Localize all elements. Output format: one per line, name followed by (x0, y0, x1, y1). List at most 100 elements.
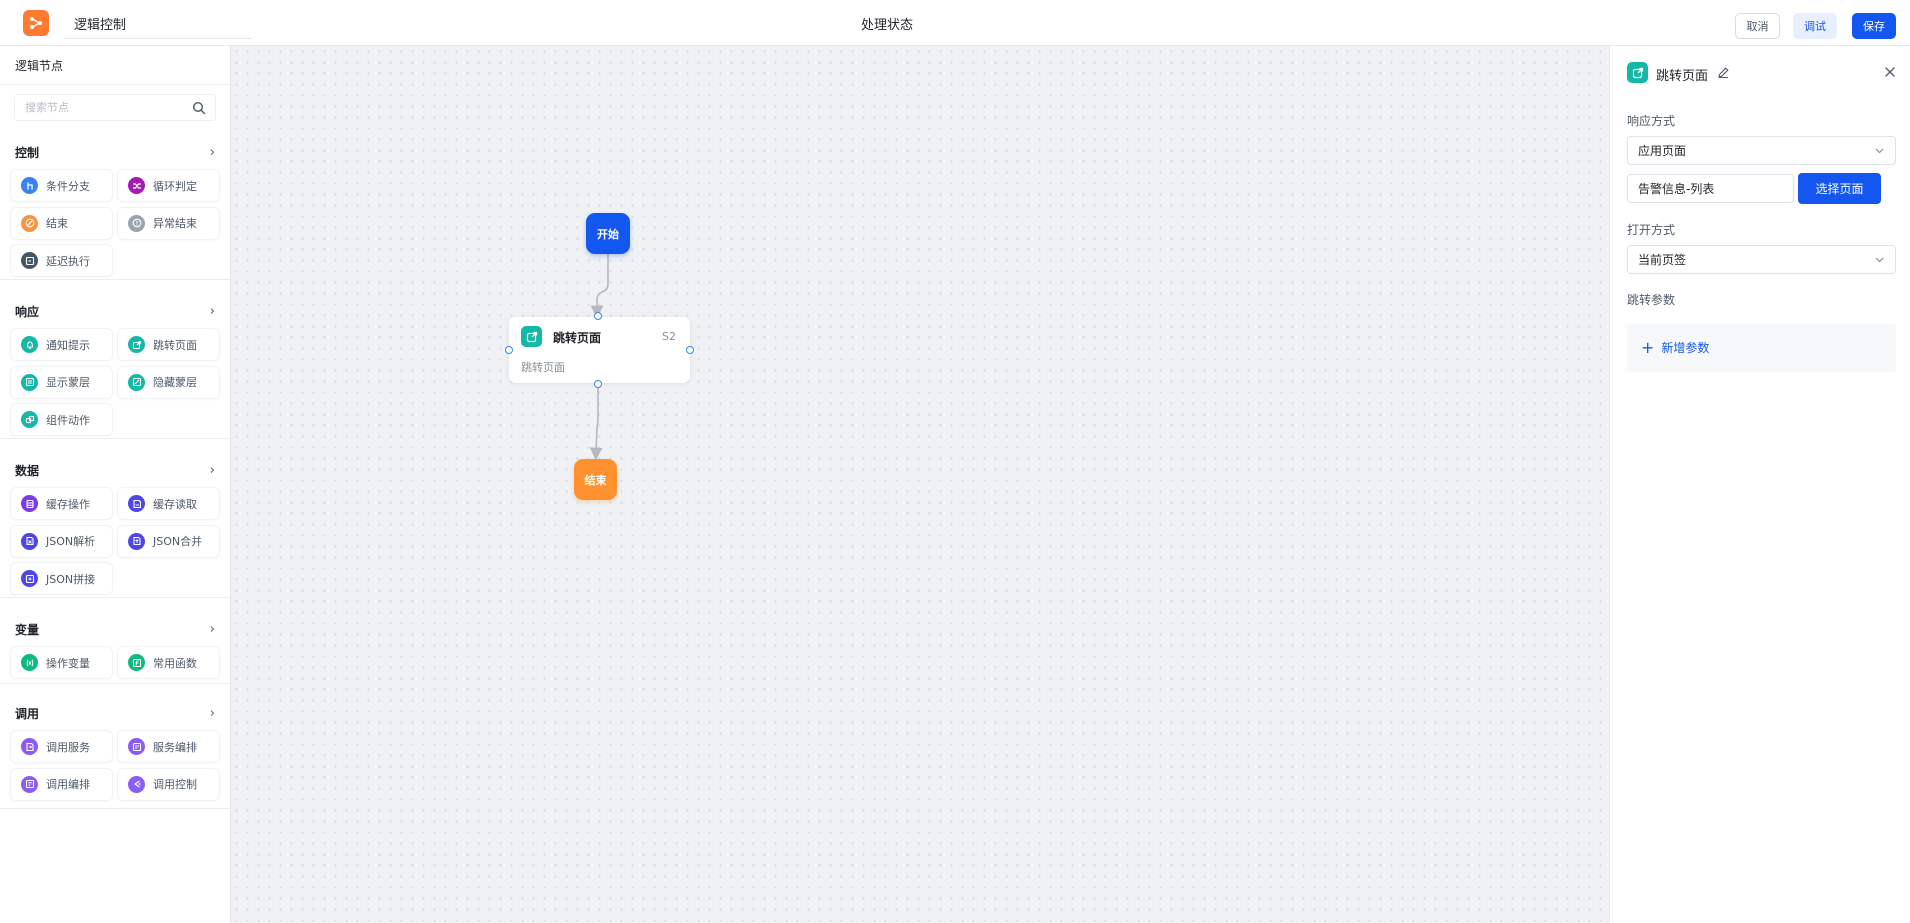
group-header[interactable]: 变量 › (15, 620, 215, 638)
node-item[interactable]: 通知提示 (11, 329, 112, 360)
node-item-label: 循环判定 (153, 179, 197, 193)
node-item[interactable]: 条件分支 (11, 170, 112, 201)
node-item-label: 调用编排 (46, 778, 90, 791)
end-node[interactable]: 结束 (574, 459, 617, 500)
node-item[interactable]: 结束 (11, 207, 112, 239)
divider (0, 84, 230, 85)
node-item-label: 缓存操作 (46, 497, 90, 511)
call-control-icon (128, 775, 145, 793)
group-title: 数据 (15, 463, 40, 478)
external-link-icon (521, 326, 542, 347)
node-item[interactable]: 异常结束 (118, 207, 219, 239)
variable-icon (21, 654, 38, 671)
node-item[interactable]: 显示蒙层 (11, 366, 112, 398)
node-item-label: JSON拼接 (46, 572, 96, 586)
node-item[interactable]: 隐藏蒙层 (118, 366, 219, 398)
node-item-label: 隐藏蒙层 (153, 376, 197, 389)
save-icon (128, 495, 145, 512)
json-concat-icon (21, 570, 38, 587)
port-right[interactable] (686, 346, 694, 354)
external-link-icon (1627, 62, 1648, 83)
node-item[interactable]: 缓存操作 (11, 488, 112, 519)
shuffle-icon (128, 177, 145, 194)
node-item[interactable]: 延迟执行 (11, 245, 112, 276)
edge-start-to-jump (590, 254, 609, 319)
chevron-down-icon (1875, 257, 1884, 263)
add-param-button[interactable]: + 新增参数 (1641, 339, 1709, 356)
node-item-label: 跳转页面 (153, 338, 197, 352)
branch-icon (21, 177, 38, 194)
open-mode-value: 当前页签 (1638, 253, 1687, 267)
chevron-right-icon: › (209, 144, 215, 160)
timer-icon (21, 252, 38, 269)
group-header[interactable]: 调用 › (15, 704, 215, 722)
layer-show-icon (21, 373, 38, 391)
response-mode-value: 应用页面 (1638, 144, 1687, 158)
divider (0, 808, 230, 809)
node-item[interactable]: 操作变量 (11, 647, 112, 678)
response-mode-select[interactable]: 应用页面 (1627, 136, 1896, 165)
layer-hide-icon (128, 373, 145, 391)
search-input[interactable] (15, 95, 185, 120)
select-page-button[interactable]: 选择页面 (1798, 173, 1881, 204)
close-icon[interactable] (1883, 65, 1897, 79)
node-item[interactable]: 调用控制 (118, 768, 219, 800)
node-item[interactable]: 跳转页面 (118, 329, 219, 360)
edges-layer (589, 254, 609, 461)
cancel-button[interactable]: 取消 (1735, 13, 1780, 39)
params-label: 跳转参数 (1627, 293, 1676, 307)
database-icon (21, 495, 38, 512)
node-item[interactable]: 调用服务 (11, 731, 112, 762)
node-item-label: JSON解析 (46, 535, 96, 548)
save-button[interactable]: 保存 (1852, 13, 1896, 39)
port-bottom[interactable] (594, 380, 602, 388)
port-left[interactable] (505, 346, 513, 354)
node-item-label: 组件动作 (46, 413, 90, 427)
flow-canvas[interactable]: 开始 跳转页面 S2 跳转页面 结束 (231, 46, 1609, 923)
group-header[interactable]: 响应 › (15, 302, 215, 320)
open-mode-select[interactable]: 当前页签 (1627, 245, 1896, 274)
target-page-input[interactable] (1627, 174, 1794, 203)
node-item-label: 调用控制 (153, 778, 197, 791)
node-item[interactable]: JSON解析 (11, 525, 112, 557)
orchestrate-icon (128, 738, 145, 755)
node-item[interactable]: 组件动作 (11, 404, 112, 435)
group-header[interactable]: 数据 › (15, 461, 215, 479)
node-item-label: 延迟执行 (46, 254, 90, 268)
node-item[interactable]: 服务编排 (118, 731, 219, 762)
jump-page-node[interactable]: 跳转页面 S2 跳转页面 (509, 317, 690, 383)
node-item[interactable]: 调用编排 (11, 768, 112, 800)
add-param-label: 新增参数 (1661, 341, 1710, 355)
bell-icon (21, 336, 38, 353)
group-header[interactable]: 控制 › (15, 143, 215, 161)
divider (0, 279, 230, 280)
page-title: 处理状态 (860, 18, 913, 33)
node-item[interactable]: 缓存读取 (118, 488, 219, 519)
search-icon[interactable] (192, 101, 206, 115)
group-title: 响应 (15, 304, 40, 319)
chevron-right-icon: › (209, 303, 215, 319)
node-item[interactable]: JSON拼接 (11, 563, 112, 594)
node-item[interactable]: 循环判定 (118, 170, 219, 201)
start-node[interactable]: 开始 (586, 213, 630, 254)
node-item[interactable]: 常用函数 (118, 647, 219, 678)
divider (0, 438, 230, 439)
service-icon (21, 738, 38, 755)
params-box: + 新增参数 (1627, 324, 1896, 372)
search-box (14, 94, 216, 121)
port-top[interactable] (594, 312, 602, 320)
node-item-label: 条件分支 (46, 179, 90, 193)
function-icon (128, 654, 145, 671)
node-item-label: 结束 (46, 217, 68, 230)
node-item[interactable]: JSON合并 (118, 525, 219, 557)
chevron-right-icon: › (209, 705, 215, 721)
node-library-panel: 逻辑节点 控制 › 条件分支 循环判定结束 异常结束延迟执行响应 › 通知提示 跳转页面显示蒙… (0, 46, 231, 923)
node-item-label: 显示蒙层 (46, 376, 90, 389)
divider (0, 597, 230, 598)
edit-icon[interactable] (1717, 66, 1730, 79)
node-item-label: JSON合并 (153, 535, 203, 548)
response-mode-label: 响应方式 (1627, 114, 1676, 128)
chevron-right-icon: › (209, 621, 215, 637)
call-orchestrate-icon (21, 775, 38, 793)
debug-button[interactable]: 调试 (1793, 13, 1837, 39)
